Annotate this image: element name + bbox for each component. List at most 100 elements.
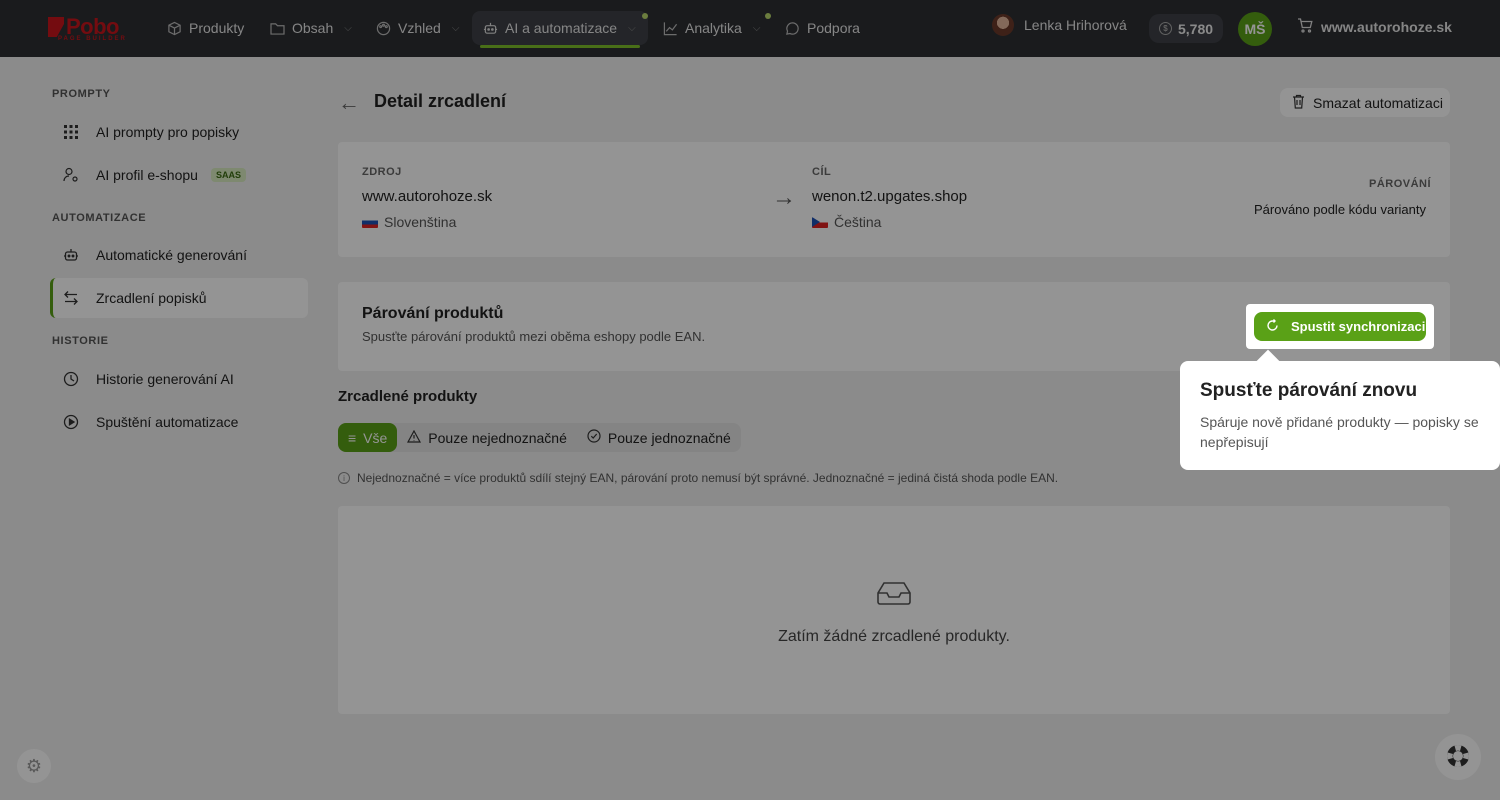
nav-label: Vzhled [398, 20, 441, 36]
filter-label: Pouze nejednoznačné [428, 429, 567, 446]
sidebar-heading-historie: HISTORIE [52, 335, 109, 347]
back-arrow-icon[interactable]: ← [338, 90, 360, 116]
chevron-down-icon: ⌵ [628, 22, 636, 34]
grid-icon [63, 124, 79, 140]
sync-label: Spustit synchronizaci [1291, 319, 1426, 334]
logo-mark-icon [48, 17, 64, 37]
saas-badge: SAAS [210, 168, 246, 182]
swap-icon [63, 290, 79, 306]
account-avatar[interactable]: MŠ [1238, 12, 1272, 46]
sidebar-item-label: AI prompty pro popisky [96, 124, 240, 140]
tooltip-body: Spáruje nově přidané produkty — popisky … [1200, 414, 1479, 450]
notification-dot [642, 13, 648, 19]
filter-label: Pouze jednoznačné [607, 429, 731, 446]
source-domain: www.autorohoze.sk [362, 188, 493, 205]
sidebar-item-historie-generovani[interactable]: Historie generování AI [50, 359, 308, 399]
nav-label: Analytika [685, 20, 742, 36]
target-domain: wenon.t2.upgates.shop [812, 188, 968, 205]
credits-badge[interactable]: $ 5,780 [1149, 14, 1224, 43]
user-menu[interactable]: Lenka Hrihorová [992, 14, 1127, 36]
target-label: CÍL [812, 166, 832, 178]
trash-icon [1292, 94, 1305, 112]
empty-state-message: Zatím žádné zrcadlené produkty. [778, 628, 1010, 645]
sidebar-item-label: AI profil e-shopu [96, 167, 198, 183]
lifebuoy-icon [1445, 743, 1471, 772]
nav-label: Podpora [807, 20, 860, 36]
chat-icon [784, 20, 800, 36]
product-pairing-title: Párování produktů [362, 305, 504, 322]
palette-icon [375, 20, 391, 36]
user-name: Lenka Hrihorová [1024, 17, 1127, 33]
pairing-label: PÁROVÁNÍ [1369, 178, 1432, 190]
clock-icon [63, 371, 79, 387]
target-language: Čeština [812, 214, 881, 230]
nav-ai-automatizace[interactable]: AI a automatizace ⌵ [472, 11, 648, 48]
robot-icon [482, 20, 498, 36]
pairing-value: Párováno podle kódu varianty [1253, 202, 1426, 217]
list-icon: ≡ [348, 429, 357, 446]
shop-domain: www.autorohoze.sk [1321, 19, 1452, 35]
empty-state-card [338, 506, 1450, 714]
user-avatar [992, 14, 1014, 36]
filter-segmented-control: ≡ Vše Pouze nejednoznačné Pouze jednozna… [338, 423, 741, 452]
source-language: Slovenština [362, 214, 456, 230]
check-circle-icon [587, 429, 601, 446]
sidebar-item-label: Zrcadlení popisků [96, 290, 207, 306]
filter-all[interactable]: ≡ Vše [338, 423, 398, 452]
sidebar-item-zrcadleni-popisku[interactable]: Zrcadlení popisků [50, 278, 308, 318]
filter-ambiguous[interactable]: Pouze nejednoznačné [397, 423, 577, 452]
coin-icon: $ [1159, 22, 1172, 35]
nav-label: AI a automatizace [505, 20, 618, 36]
sidebar-item-label: Automatické generování [96, 247, 247, 263]
page-title: Detail zrcadlení [374, 91, 507, 111]
sidebar-heading-automatizace: AUTOMATIZACE [52, 212, 147, 224]
delete-label: Smazat automatizaci [1313, 94, 1443, 111]
info-icon: i [338, 472, 350, 484]
nav-label: Obsah [292, 20, 334, 36]
chevron-down-icon: ⌵ [752, 22, 761, 34]
user-settings-icon [63, 167, 79, 183]
legend-info: i Nejednoznačné = více produktů sdílí st… [338, 471, 1058, 485]
nav-podpora[interactable]: Podpora [774, 11, 870, 45]
sidebar-item-automaticke-generovani[interactable]: Automatické generování [50, 235, 308, 275]
folder-icon [269, 20, 285, 36]
mirrored-products-title: Zrcadlené produkty [338, 388, 478, 405]
tooltip-title: Spusťte párování znovu [1200, 380, 1418, 401]
product-pairing-description: Spusťte párování produktů mezi oběma esh… [362, 329, 706, 344]
top-navigation-bar: Pobo PAGE BUILDER Produkty Obsah ⌵ Vzhle… [0, 0, 1500, 57]
warning-icon [407, 429, 422, 446]
onboarding-tooltip: Spusťte párování znovu Spáruje nově přid… [1180, 361, 1500, 470]
refresh-icon [1266, 318, 1279, 335]
help-button[interactable] [1435, 734, 1481, 780]
sidebar-item-label: Historie generování AI [96, 371, 234, 387]
sidebar-item-spusteni-automatizace[interactable]: Spuštění automatizace [50, 402, 308, 442]
nav-analytika[interactable]: Analytika ⌵ [652, 11, 770, 45]
pobo-logo[interactable]: Pobo PAGE BUILDER [48, 14, 132, 42]
arrow-right-icon: → [772, 184, 796, 211]
settings-gear-button[interactable]: ⚙ [17, 749, 51, 783]
credits-value: 5,780 [1178, 20, 1214, 37]
sidebar-item-ai-prompty[interactable]: AI prompty pro popisky [50, 112, 308, 152]
sidebar-heading-prompty: PROMPTY [52, 88, 111, 100]
filter-unambiguous[interactable]: Pouze jednoznačné [577, 423, 741, 452]
slovak-flag-icon [362, 216, 378, 228]
source-label: ZDROJ [362, 166, 402, 178]
box-icon [166, 20, 182, 36]
start-sync-button[interactable]: Spustit synchronizaci [1254, 312, 1426, 341]
nav-produkty[interactable]: Produkty [156, 11, 254, 45]
highlighted-sync-area: Spustit synchronizaci [1246, 304, 1434, 349]
robot-icon [63, 247, 79, 263]
shop-selector[interactable]: www.autorohoze.sk [1297, 18, 1452, 36]
czech-flag-icon [812, 216, 828, 228]
nav-obsah[interactable]: Obsah ⌵ [259, 11, 362, 45]
delete-automation-button[interactable]: Smazat automatizaci [1280, 88, 1450, 117]
play-icon [63, 414, 79, 430]
target-language-label: Čeština [834, 214, 882, 230]
filter-label: Vše [363, 429, 388, 446]
inbox-icon [877, 581, 911, 605]
chevron-down-icon: ⌵ [344, 22, 352, 34]
nav-vzhled[interactable]: Vzhled ⌵ [365, 11, 469, 45]
sidebar-item-ai-profil[interactable]: AI profil e-shopu SAAS [50, 155, 308, 195]
legend-text: Nejednoznačné = více produktů sdílí stej… [357, 471, 1059, 485]
gear-icon: ⚙ [25, 755, 43, 776]
